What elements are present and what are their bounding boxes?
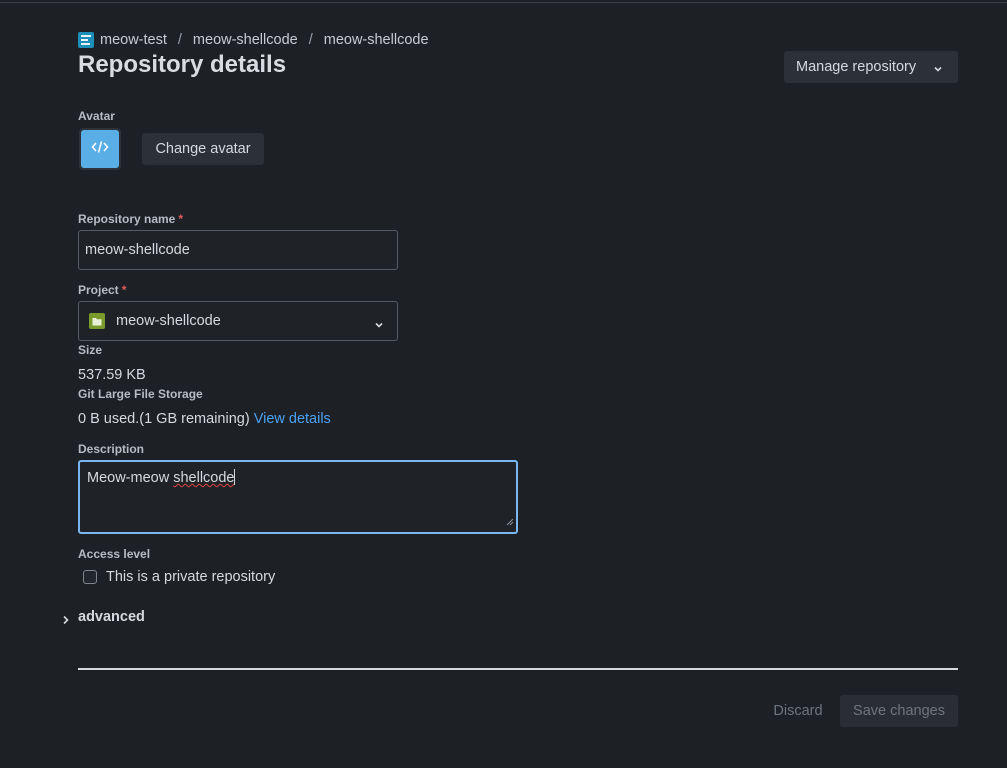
description-text: Meow-meow: [87, 470, 174, 486]
private-repository-label[interactable]: This is a private repository: [106, 569, 275, 585]
breadcrumb-separator: /: [177, 32, 182, 48]
required-marker: *: [121, 283, 127, 297]
lfs-usage: 0 B used.(1 GB remaining) View details: [78, 411, 331, 427]
avatar: [79, 128, 121, 170]
organization-icon: [78, 32, 94, 48]
repository-name-input[interactable]: [78, 230, 398, 270]
top-border: [0, 2, 1007, 3]
lfs-usage-text: 0 B used.(1 GB remaining): [78, 411, 250, 427]
avatar-label: Avatar: [78, 109, 115, 123]
breadcrumb: meow-test / meow-shellcode / meow-shellc…: [78, 31, 429, 49]
description-textarea[interactable]: Meow-meow shellcode: [78, 460, 518, 534]
access-level-label: Access level: [78, 547, 151, 561]
breadcrumb-org[interactable]: meow-test: [100, 32, 167, 48]
description-label: Description: [78, 442, 145, 456]
required-marker: *: [178, 212, 184, 226]
change-avatar-button[interactable]: Change avatar: [142, 133, 264, 165]
breadcrumb-separator: /: [308, 32, 313, 48]
advanced-toggle[interactable]: advanced: [78, 609, 145, 625]
view-details-link[interactable]: View details: [254, 411, 331, 427]
breadcrumb-project[interactable]: meow-shellcode: [193, 32, 298, 48]
manage-repository-button[interactable]: Manage repository: [784, 51, 958, 83]
divider: [78, 668, 958, 670]
resize-grip-icon[interactable]: [506, 514, 514, 530]
lfs-label: Git Large File Storage: [78, 387, 203, 401]
project-select-value: meow-shellcode: [116, 313, 221, 329]
text-caret: [234, 469, 236, 485]
manage-repository-label: Manage repository: [796, 59, 917, 75]
code-icon: [91, 140, 109, 159]
page-title: Repository details: [78, 51, 287, 78]
breadcrumb-repository[interactable]: meow-shellcode: [324, 32, 429, 48]
misspelled-word: shellcode: [173, 470, 235, 486]
size-value: 537.59 KB: [78, 367, 146, 383]
project-select[interactable]: meow-shellcode: [78, 301, 398, 341]
discard-button[interactable]: Discard: [762, 695, 834, 727]
chevron-down-icon: [374, 317, 384, 335]
save-changes-button[interactable]: Save changes: [840, 695, 958, 727]
size-label: Size: [78, 343, 103, 357]
chevron-down-icon: [933, 62, 943, 78]
chevron-right-icon[interactable]: [62, 612, 70, 630]
project-label: Project *: [78, 283, 127, 297]
private-repository-checkbox[interactable]: [83, 570, 97, 584]
folder-icon: [89, 313, 105, 329]
repository-name-label: Repository name *: [78, 212, 184, 226]
